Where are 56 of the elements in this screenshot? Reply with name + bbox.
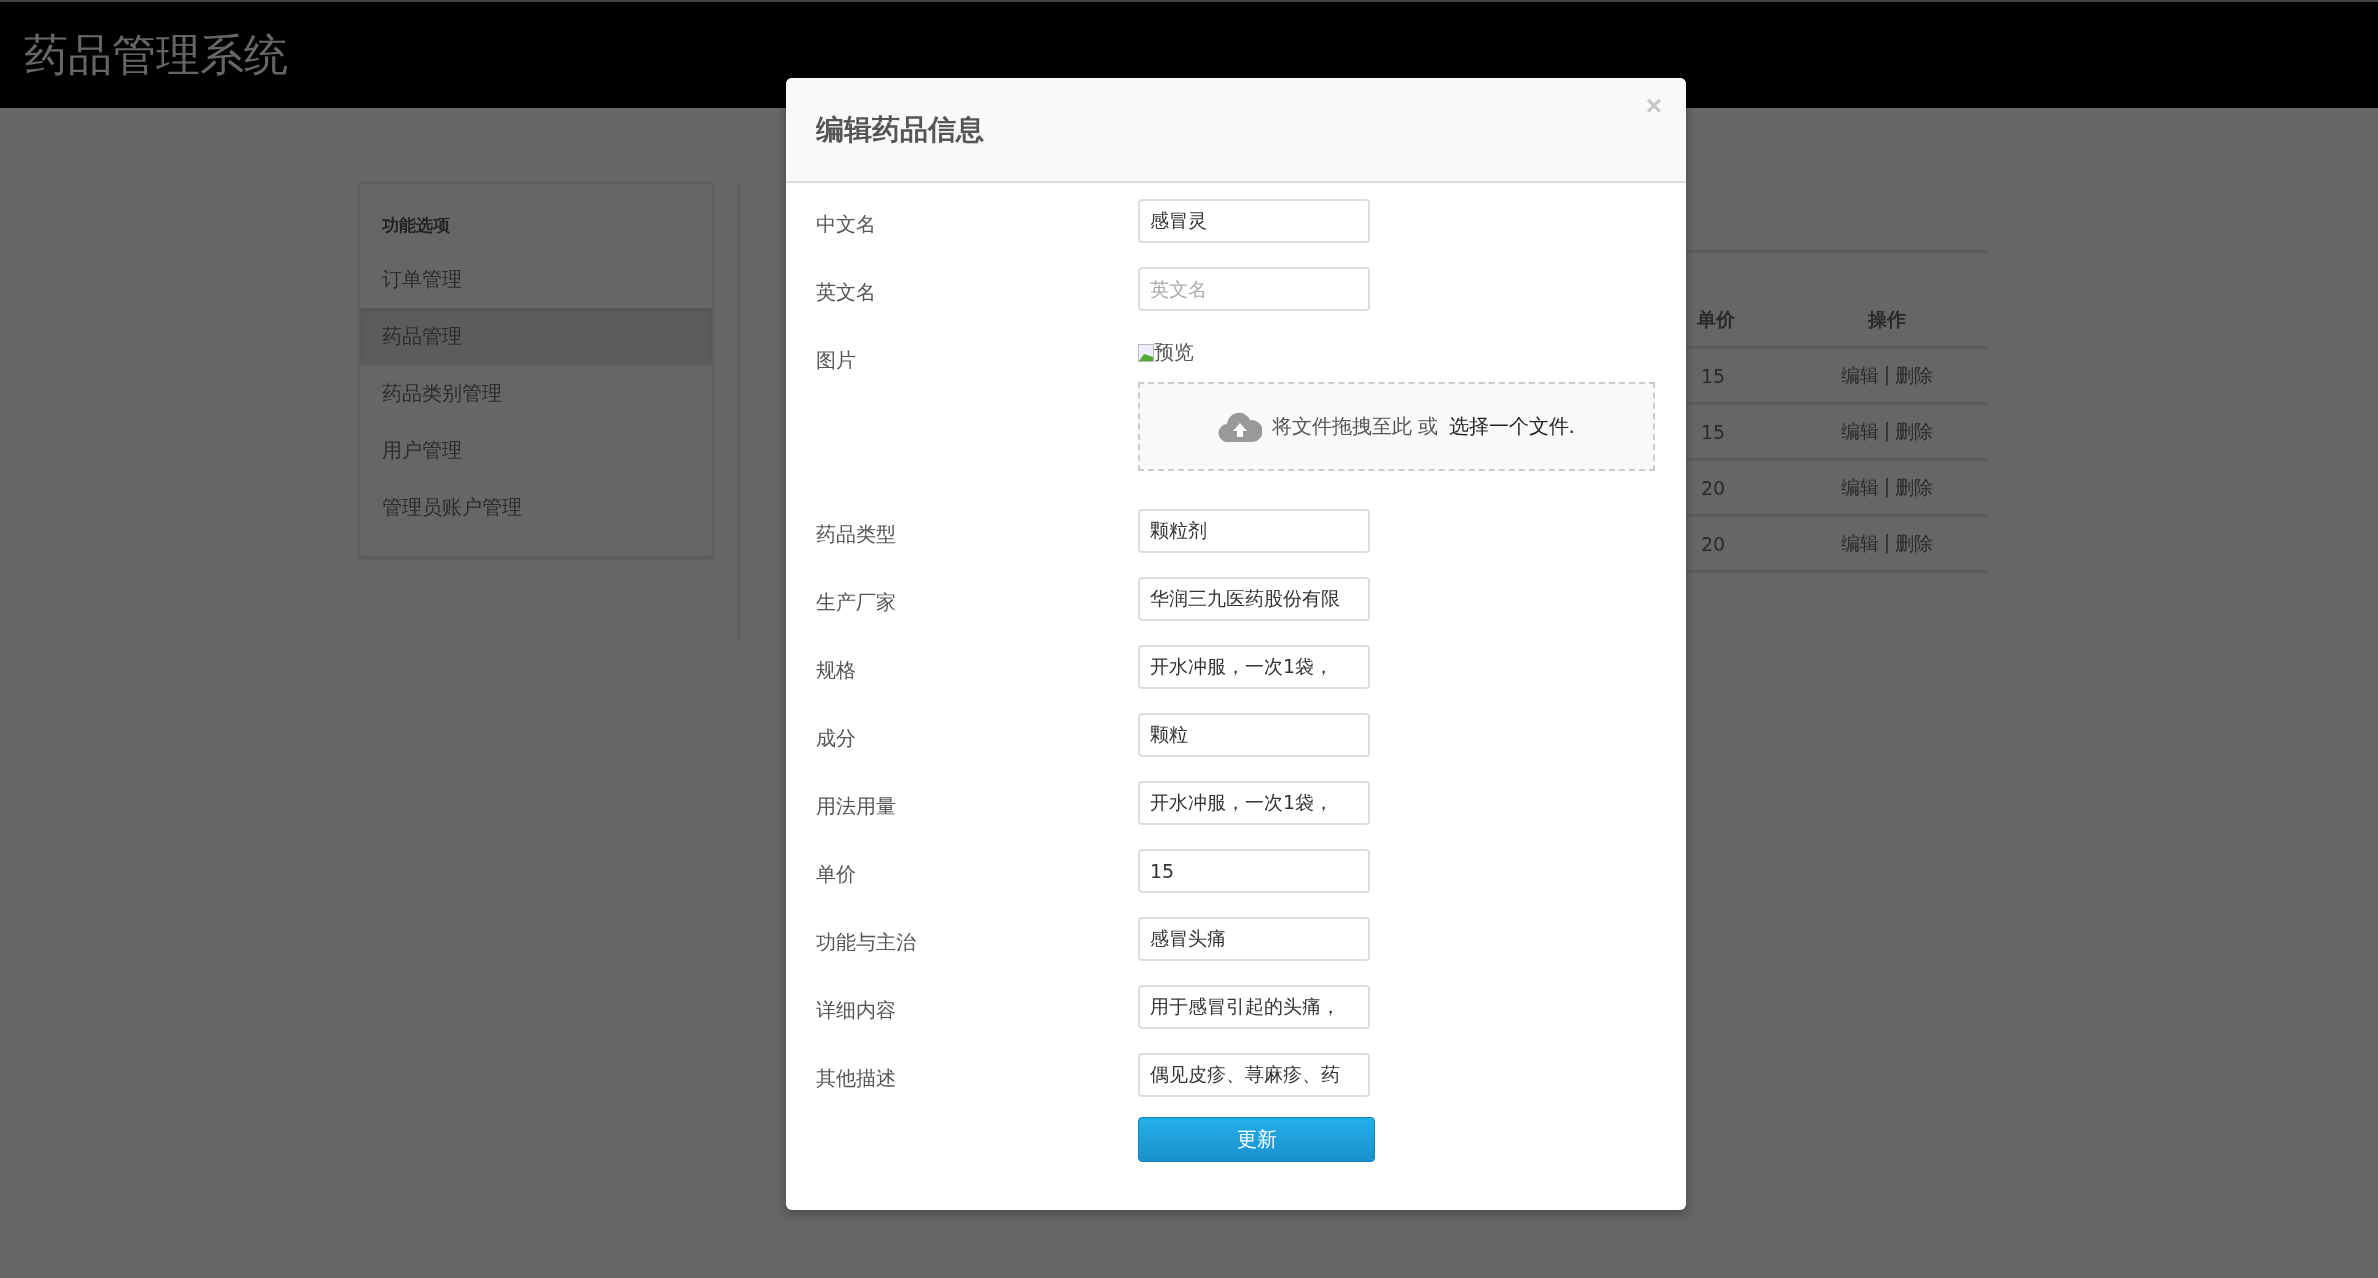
field-label: 单价 — [816, 861, 857, 888]
field-label: 详细内容 — [816, 997, 897, 1024]
sidebar-item[interactable]: 管理员账户管理 — [360, 479, 712, 536]
column-header: 单价 — [1696, 306, 1736, 332]
update-button[interactable]: 更新 — [1138, 1117, 1375, 1162]
table-cell-text: 20 — [1700, 476, 1727, 499]
sidebar-item[interactable]: 订单管理 — [360, 251, 712, 308]
edit-link[interactable]: 编辑 — [1840, 530, 1879, 557]
field-label: 功能与主治 — [816, 929, 917, 956]
sidebar-item[interactable]: 药品类别管理 — [360, 365, 712, 422]
text-field[interactable]: 15 — [1138, 849, 1370, 893]
broken-image-icon — [1138, 343, 1154, 362]
field-label: 图片 — [816, 347, 857, 374]
cloud-upload-icon — [1218, 410, 1263, 443]
edit-link[interactable]: 编辑 — [1840, 418, 1879, 445]
text-field[interactable]: 用于感冒引起的头痛， — [1138, 985, 1370, 1029]
table-cell-text: 15 — [1700, 420, 1727, 443]
delete-link[interactable]: 删除 — [1895, 474, 1934, 501]
text-field[interactable]: 开水冲服，一次1袋， — [1138, 781, 1370, 825]
field-label: 其他描述 — [816, 1065, 897, 1092]
text-field[interactable]: 开水冲服，一次1袋， — [1138, 645, 1370, 689]
field-label: 用法用量 — [816, 793, 897, 820]
delete-link[interactable]: 删除 — [1895, 530, 1934, 557]
delete-link[interactable]: 删除 — [1895, 362, 1934, 389]
separator-text: | — [1883, 530, 1891, 556]
sidebar-heading: 功能选项 — [381, 214, 451, 237]
field-label: 中文名 — [816, 211, 877, 238]
field-label: 成分 — [816, 725, 857, 752]
field-label: 英文名 — [816, 279, 877, 306]
app-title: 药品管理系统 — [24, 27, 288, 82]
field-label: 生产厂家 — [816, 589, 897, 616]
close-button[interactable]: × — [1641, 92, 1666, 120]
text-field[interactable]: 颗粒剂 — [1138, 509, 1370, 553]
edit-link[interactable]: 编辑 — [1840, 474, 1879, 501]
file-drop-zone[interactable]: 将文件拖拽至此 或 选择一个文件. — [1138, 382, 1655, 471]
choose-file-link[interactable]: 选择一个文件. — [1448, 413, 1575, 440]
text-field[interactable]: 感冒头痛 — [1138, 917, 1370, 961]
separator-text: | — [1883, 418, 1891, 444]
text-field[interactable]: 华润三九医药股份有限 — [1138, 577, 1370, 621]
text-field[interactable]: 偶见皮疹、荨麻疹、药 — [1138, 1053, 1370, 1097]
text-field[interactable]: 英文名 — [1138, 267, 1370, 311]
field-label: 规格 — [816, 657, 857, 684]
dialog-title: 编辑药品信息 — [816, 111, 984, 148]
text-field[interactable]: 感冒灵 — [1138, 199, 1370, 243]
column-header: 操作 — [1866, 306, 1907, 332]
separator-text: | — [1883, 474, 1891, 500]
separator-text: | — [1883, 362, 1891, 388]
preview-text: 预览 — [1154, 339, 1194, 366]
field-label: 药品类型 — [816, 521, 897, 548]
drop-hint: 将文件拖拽至此 或 — [1272, 413, 1439, 440]
edit-link[interactable]: 编辑 — [1840, 362, 1879, 389]
table-cell-text: 15 — [1700, 364, 1727, 387]
delete-link[interactable]: 删除 — [1895, 418, 1934, 445]
text-field[interactable]: 颗粒 — [1138, 713, 1370, 757]
table-cell-text: 20 — [1700, 532, 1727, 555]
sidebar-item[interactable]: 用户管理 — [360, 422, 712, 479]
